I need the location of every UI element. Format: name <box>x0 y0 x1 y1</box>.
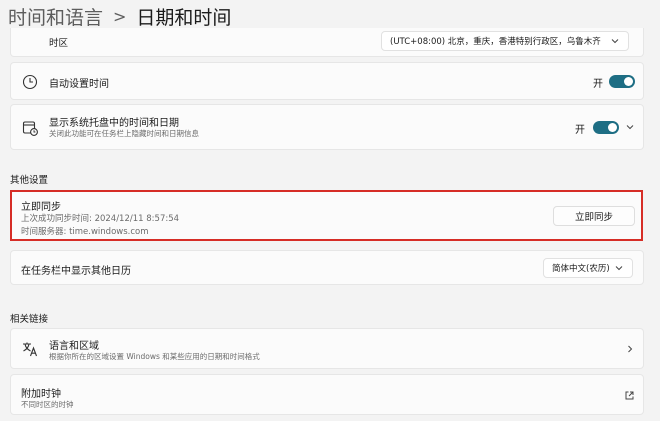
chevron-down-icon <box>611 39 619 44</box>
calendar-value: 简体中文(农历) <box>552 264 610 274</box>
sync-server: 时间服务器: time.windows.com <box>21 227 149 237</box>
language-region-title: 语言和区域 <box>49 341 99 352</box>
tray-time-label: 显示系统托盘中的时间和日期 <box>49 118 179 129</box>
section-title-related: 相关链接 <box>10 314 49 325</box>
chevron-down-icon <box>615 266 623 271</box>
auto-time-toggle[interactable] <box>609 75 635 88</box>
language-region-link[interactable]: 语言和区域 根据你所在的区域设置 Windows 和某些应用的日期和时间格式 <box>10 328 644 369</box>
language-region-description: 根据你所在的区域设置 Windows 和某些应用的日期和时间格式 <box>49 352 260 361</box>
calendar-clock-icon <box>22 121 38 136</box>
timezone-card: 时区 (UTC+08:00) 北京，重庆，香港特别行政区，乌鲁木齐 <box>10 28 644 57</box>
tray-time-state: 开 <box>575 125 585 136</box>
timezone-label: 时区 <box>49 38 69 49</box>
auto-time-card: 自动设置时间 开 <box>10 62 644 100</box>
tray-time-description: 关闭此功能可在任务栏上隐藏时间和日期信息 <box>49 129 199 138</box>
tray-time-toggle[interactable] <box>593 121 619 134</box>
auto-time-state: 开 <box>593 79 603 90</box>
extra-clocks-description: 不同时区的时钟 <box>21 400 74 409</box>
extra-clocks-link[interactable]: 附加时钟 不同时区的时钟 <box>10 374 644 415</box>
clock-icon <box>22 74 38 90</box>
auto-time-label: 自动设置时间 <box>49 79 109 90</box>
extra-clocks-title: 附加时钟 <box>21 389 61 400</box>
open-external-icon <box>625 391 634 400</box>
sync-last-time: 上次成功同步时间: 2024/12/11 8:57:54 <box>21 214 180 224</box>
tray-time-card: 显示系统托盘中的时间和日期 关闭此功能可在任务栏上隐藏时间和日期信息 开 <box>10 104 644 150</box>
sync-title: 立即同步 <box>21 202 61 213</box>
calendar-card: 在任务栏中显示其他日历 简体中文(农历) <box>10 250 644 285</box>
timezone-value: (UTC+08:00) 北京，重庆，香港特别行政区，乌鲁木齐 <box>390 37 601 47</box>
breadcrumb: 时间和语言 > 日期和时间 <box>8 2 231 30</box>
page-title: 日期和时间 <box>136 6 232 29</box>
chevron-right-icon <box>628 345 633 353</box>
sync-card: 立即同步 上次成功同步时间: 2024/12/11 8:57:54 时间服务器:… <box>10 190 643 241</box>
calendar-label: 在任务栏中显示其他日历 <box>21 266 131 277</box>
breadcrumb-parent[interactable]: 时间和语言 <box>8 3 103 30</box>
calendar-dropdown[interactable]: 简体中文(农历) <box>543 258 633 278</box>
timezone-dropdown[interactable]: (UTC+08:00) 北京，重庆，香港特别行政区，乌鲁木齐 <box>381 31 629 51</box>
breadcrumb-separator: > <box>113 6 127 26</box>
section-title-other: 其他设置 <box>10 175 49 186</box>
sync-now-button[interactable]: 立即同步 <box>553 206 635 226</box>
chevron-down-icon[interactable] <box>625 122 635 132</box>
language-icon <box>23 342 38 357</box>
